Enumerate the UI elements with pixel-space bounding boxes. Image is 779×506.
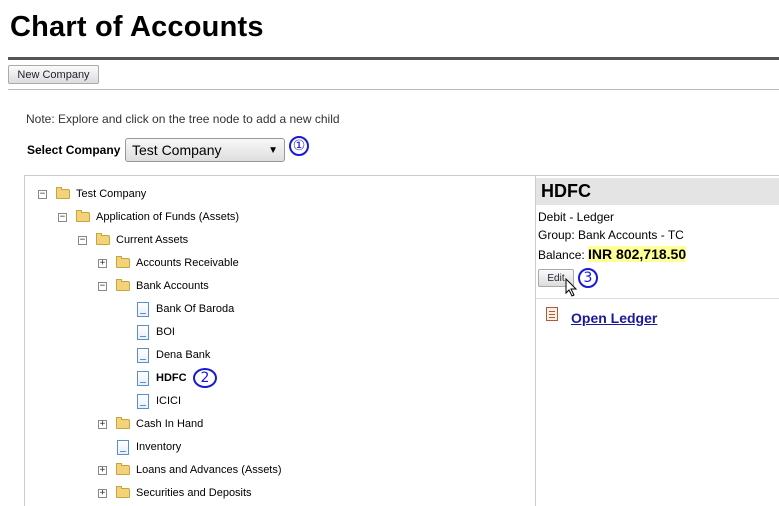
folder-icon <box>76 210 90 222</box>
document-icon <box>137 324 149 340</box>
tree-node-bank-of-baroda[interactable]: Bank Of Baroda <box>137 301 234 317</box>
step-marker-1: ① <box>289 136 309 156</box>
collapse-icon[interactable]: − <box>58 212 67 222</box>
folder-icon <box>116 279 130 291</box>
folder-icon <box>116 463 130 475</box>
balance-label: Balance: <box>538 248 585 262</box>
dropdown-arrow-icon: ▼ <box>268 145 278 156</box>
select-company-label: Select Company <box>27 143 121 157</box>
balance-value: INR 802,718.50 <box>588 246 687 262</box>
folder-icon <box>116 486 130 498</box>
tree-node-hdfc[interactable]: HDFC <box>137 370 187 386</box>
tree-node-test-company[interactable]: − Test Company <box>38 186 146 202</box>
new-company-button[interactable]: New Company <box>8 65 99 84</box>
tree-node-icici[interactable]: ICICI <box>137 393 181 409</box>
folder-icon <box>116 417 130 429</box>
account-detail-panel <box>535 175 779 506</box>
tree-node-inventory[interactable]: Inventory <box>117 439 181 455</box>
title-divider <box>8 57 779 60</box>
open-ledger-link[interactable]: Open Ledger <box>571 310 657 326</box>
document-icon <box>137 347 149 363</box>
collapse-icon[interactable]: − <box>98 281 107 291</box>
ledger-icon <box>546 307 558 321</box>
tree-node-cash-in-hand[interactable]: + Cash In Hand <box>98 416 203 432</box>
step-marker-2: 2 <box>193 368 217 388</box>
company-select[interactable]: Test Company ▼ <box>125 138 285 162</box>
account-group: Group: Bank Accounts - TC <box>538 228 684 242</box>
collapse-icon[interactable]: − <box>38 189 47 199</box>
tree-node-application-of-funds[interactable]: − Application of Funds (Assets) <box>58 209 239 225</box>
expand-icon[interactable]: + <box>98 465 107 475</box>
collapse-icon[interactable]: − <box>78 235 87 245</box>
folder-icon <box>96 233 110 245</box>
help-note: Note: Explore and click on the tree node… <box>26 112 340 126</box>
company-select-value: Test Company <box>132 142 222 158</box>
page-title: Chart of Accounts <box>10 11 264 43</box>
expand-icon[interactable]: + <box>98 419 107 429</box>
expand-icon[interactable]: + <box>98 258 107 268</box>
document-icon <box>117 439 129 455</box>
tree-node-securities-and-deposits[interactable]: + Securities and Deposits <box>98 485 252 501</box>
tree-node-bank-accounts[interactable]: − Bank Accounts <box>98 278 209 294</box>
document-icon <box>137 370 149 386</box>
tree-node-dena-bank[interactable]: Dena Bank <box>137 347 210 363</box>
document-icon <box>137 301 149 317</box>
tree-node-loans-and-advances[interactable]: + Loans and Advances (Assets) <box>98 462 282 478</box>
toolbar-divider <box>8 89 779 90</box>
tree-node-accounts-receivable[interactable]: + Accounts Receivable <box>98 255 239 271</box>
account-balance-row: Balance: INR 802,718.50 <box>538 246 687 262</box>
expand-icon[interactable]: + <box>98 488 107 498</box>
tree-node-boi[interactable]: BOI <box>137 324 175 340</box>
document-icon <box>137 393 149 409</box>
account-type: Debit - Ledger <box>538 210 615 224</box>
step-marker-3: 3 <box>578 268 598 288</box>
mouse-cursor-icon <box>565 278 578 297</box>
detail-divider <box>536 298 779 299</box>
account-title: HDFC <box>536 178 779 205</box>
folder-icon <box>116 256 130 268</box>
folder-icon <box>56 187 70 199</box>
tree-node-current-assets[interactable]: − Current Assets <box>78 232 188 248</box>
